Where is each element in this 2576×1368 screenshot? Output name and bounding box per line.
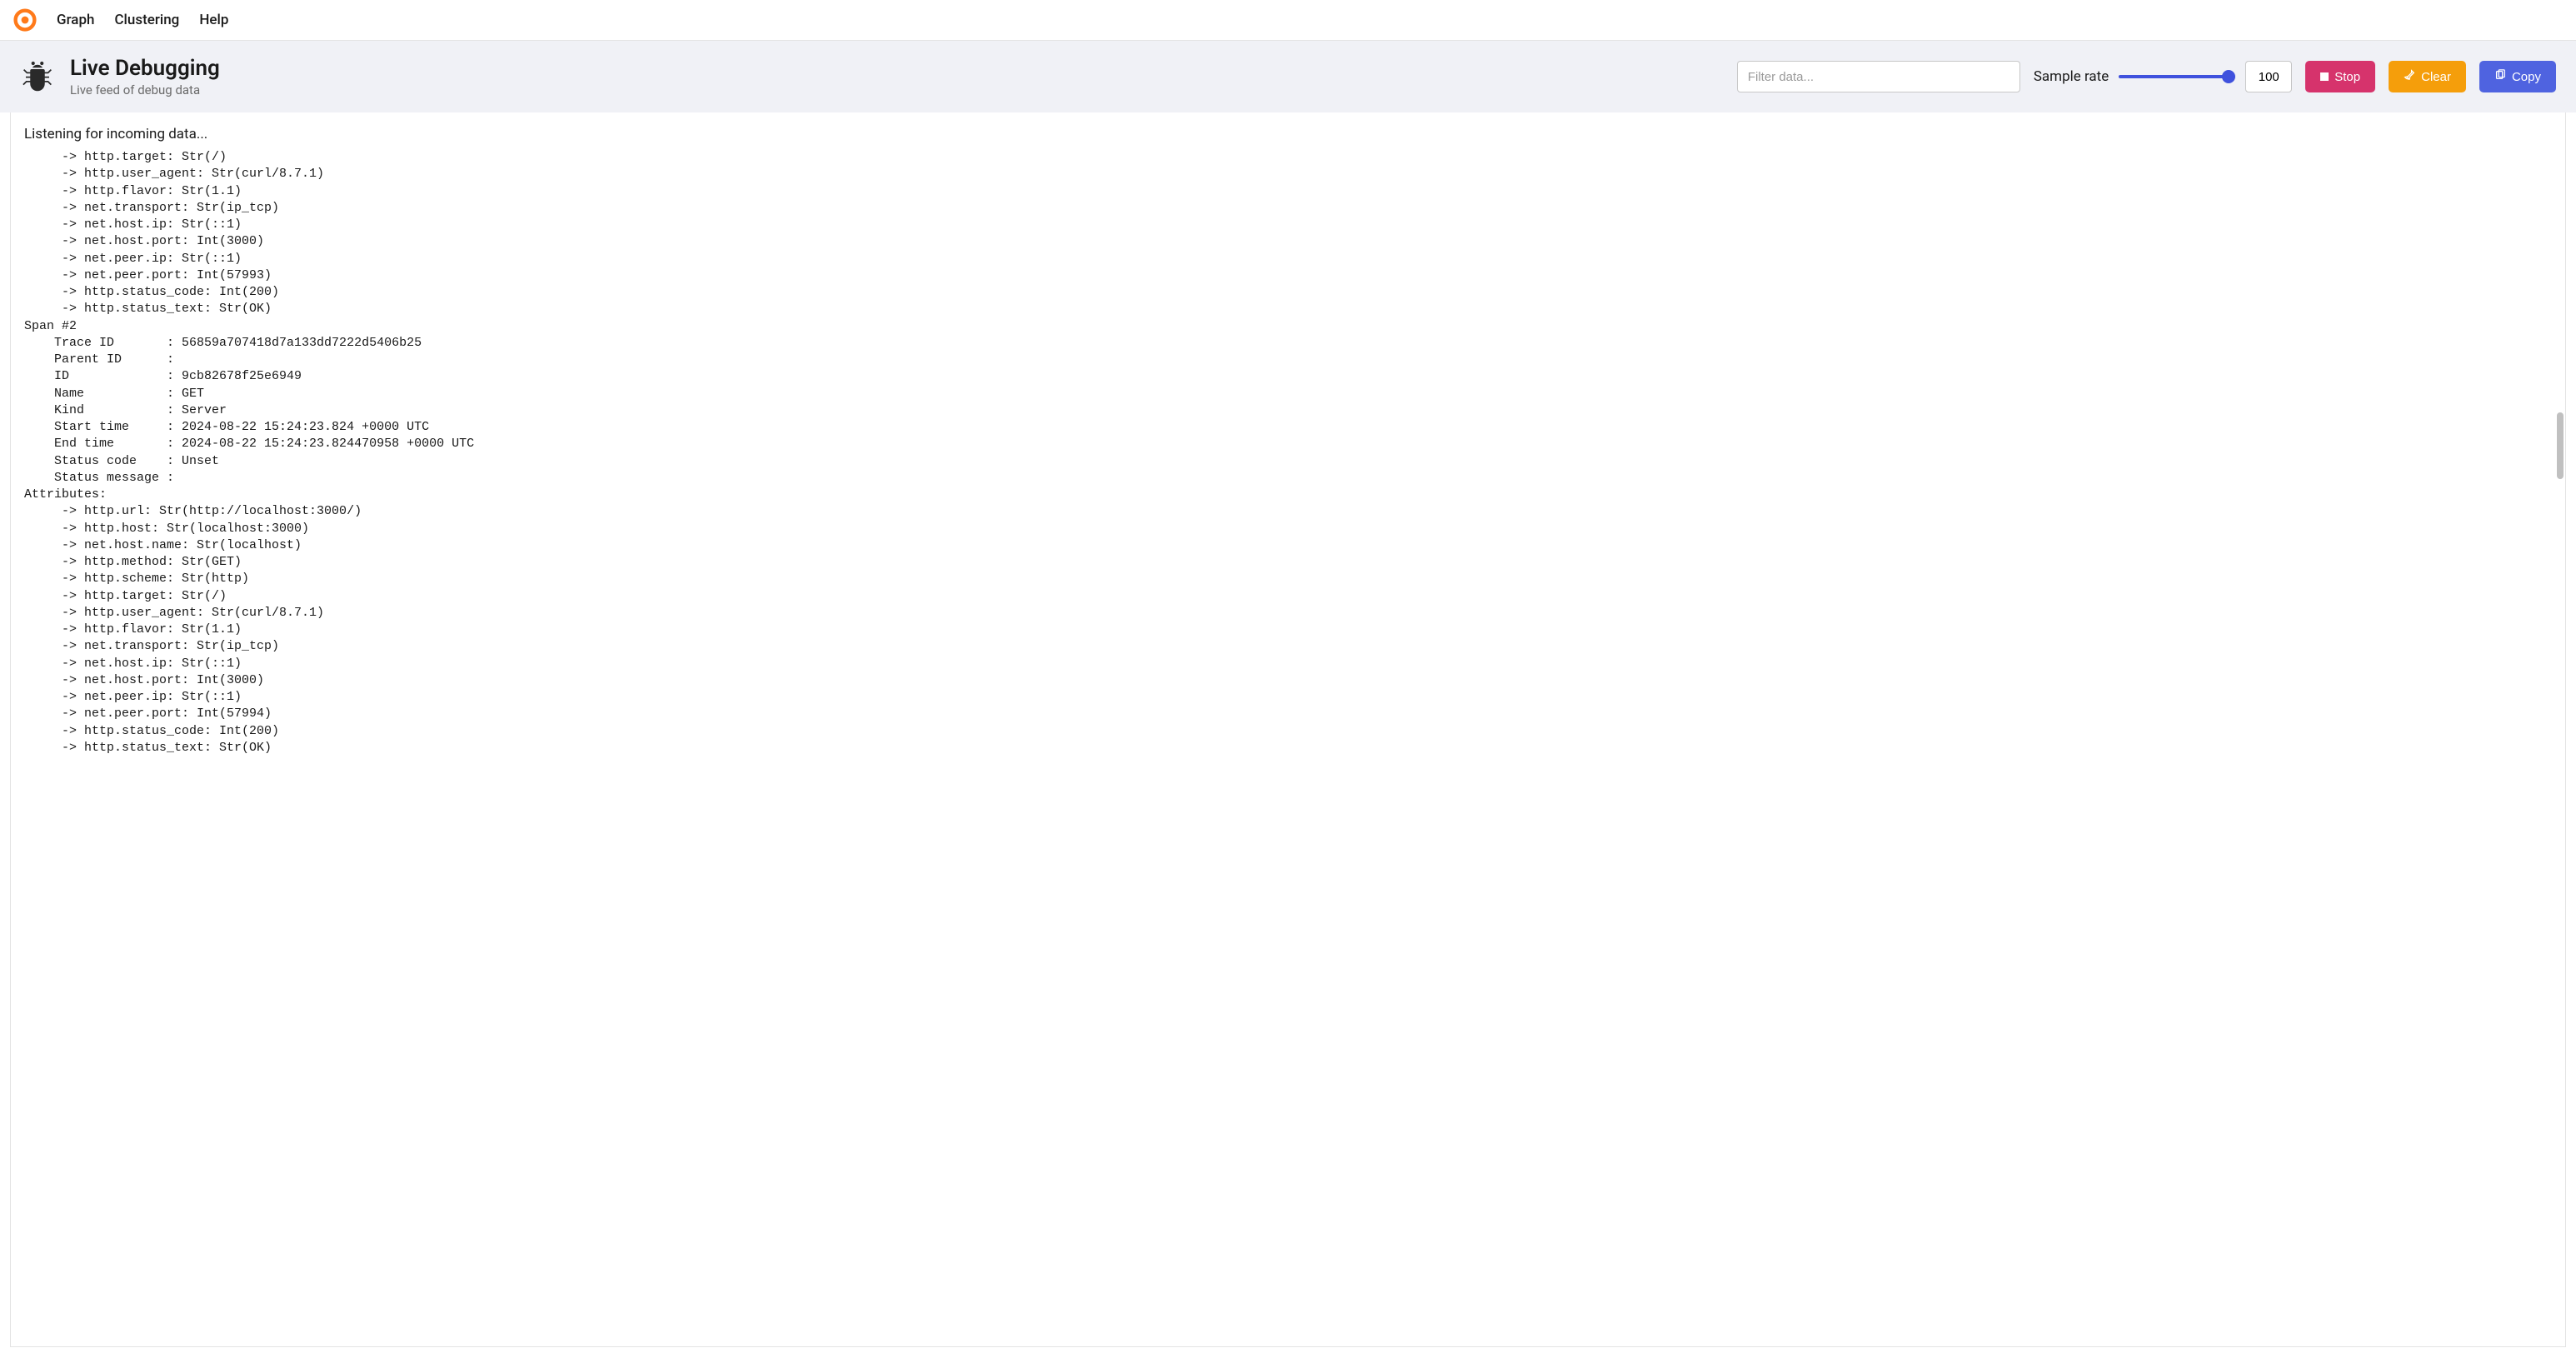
clear-button[interactable]: Clear	[2389, 61, 2466, 92]
sample-rate-slider[interactable]	[2119, 75, 2235, 78]
nav-links: Graph Clustering Help	[57, 12, 228, 28]
copy-icon	[2494, 69, 2506, 84]
copy-button[interactable]: Copy	[2479, 61, 2556, 92]
nav-graph[interactable]: Graph	[57, 12, 94, 28]
stop-button-label: Stop	[2334, 70, 2360, 84]
page-subtitle: Live feed of debug data	[70, 82, 220, 97]
sample-rate-value[interactable]	[2245, 61, 2292, 92]
stop-icon	[2320, 72, 2329, 81]
top-nav: Graph Clustering Help	[0, 0, 2576, 41]
sample-rate-control: Sample rate	[2034, 61, 2292, 92]
scrollbar-thumb[interactable]	[2557, 412, 2564, 479]
page-title: Live Debugging	[70, 56, 220, 81]
bug-icon	[20, 57, 55, 96]
nav-clustering[interactable]: Clustering	[114, 12, 179, 28]
broom-icon	[2404, 69, 2415, 84]
sample-rate-label: Sample rate	[2034, 68, 2109, 85]
header-bar: Live Debugging Live feed of debug data S…	[0, 41, 2576, 112]
nav-help[interactable]: Help	[199, 12, 228, 28]
header-title-wrap: Live Debugging Live feed of debug data	[70, 56, 220, 97]
header-controls: Sample rate Stop Clear Copy	[387, 61, 2556, 92]
copy-button-label: Copy	[2512, 70, 2541, 84]
stop-button[interactable]: Stop	[2305, 61, 2375, 92]
debug-output[interactable]: -> http.target: Str(/) -> http.user_agen…	[24, 149, 2565, 756]
listening-status: Listening for incoming data...	[24, 126, 2565, 142]
clear-button-label: Clear	[2421, 70, 2451, 84]
app-logo	[13, 8, 37, 32]
filter-input[interactable]	[1737, 61, 2020, 92]
header-left: Live Debugging Live feed of debug data	[20, 56, 370, 97]
content-panel: Listening for incoming data... -> http.t…	[10, 112, 2566, 1347]
